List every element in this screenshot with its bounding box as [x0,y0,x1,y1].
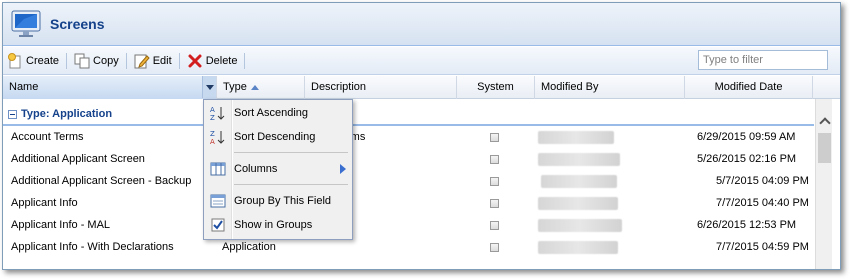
column-header-system[interactable]: System [457,76,535,99]
toolbar: Create Copy Edit Delete [3,47,840,75]
column-context-menu: A Z Sort Ascending Z A Sort Descending C… [203,99,353,240]
modified-by-redacted [538,197,618,210]
cell-modified-date: 5/26/2015 02:16 PM [697,153,797,165]
delete-icon [188,54,202,67]
group-label: Type: Application [21,108,113,120]
submenu-arrow-icon [340,164,346,174]
edit-label: Edit [152,54,172,67]
svg-text:A: A [210,106,215,114]
columns-icon [210,162,226,176]
grid-header: Name Type Description System Modified By… [3,76,840,99]
system-checkbox[interactable] [490,221,499,230]
title-bar: Screens [3,3,840,46]
filter-input[interactable] [698,50,828,70]
column-label-name: Name [9,81,39,93]
menu-separator [234,184,348,185]
page-title: Screens [50,16,105,32]
group-header[interactable]: Type: Application [3,104,814,126]
svg-text:Z: Z [210,130,215,138]
svg-text:A: A [210,138,215,145]
scroll-up-icon[interactable] [816,113,832,129]
cell-modified-date: 6/29/2015 09:59 AM [697,131,796,143]
column-menu-trigger[interactable] [202,76,216,98]
system-checkbox[interactable] [490,155,499,164]
svg-text:Z: Z [210,114,215,121]
menu-label-sort-ascending: Sort Ascending [234,107,308,119]
modified-by-redacted [538,153,620,166]
cell-name: Additional Applicant Screen [11,153,145,165]
create-icon [8,52,21,68]
group-by-icon [210,194,226,208]
toolbar-divider [66,52,68,69]
modified-by-redacted [538,241,618,254]
screens-window: Screens Create Copy Edit Delete Type to … [2,2,841,270]
column-header-name[interactable]: Name [3,76,217,99]
menu-item-show-in-groups[interactable]: Show in Groups [204,214,352,236]
column-header-type[interactable]: Type [217,76,305,99]
copy-label: Copy [93,54,119,67]
column-header-description[interactable]: Description [305,76,457,99]
delete-label: Delete [205,54,238,67]
sort-ascending-icon: A Z [210,106,225,121]
collapse-icon[interactable] [8,109,17,119]
table-row[interactable]: Additional Applicant Screen 5/26/2015 02… [3,148,814,170]
edit-icon [134,54,150,68]
menu-label-sort-descending: Sort Descending [234,131,316,143]
column-label-modified-by: Modified By [541,81,599,93]
table-row[interactable]: Additional Applicant Screen - Backup 5/7… [3,170,814,192]
edit-button[interactable]: Edit [130,50,176,72]
delete-button[interactable]: Delete [183,50,242,72]
menu-label-columns: Columns [234,163,278,175]
scroll-thumb[interactable] [818,133,831,163]
vertical-scrollbar[interactable] [815,99,832,269]
checked-checkbox-icon [211,218,225,232]
modified-by-redacted [538,131,614,144]
menu-separator [234,152,348,153]
column-label-modified-date: Modified Date [714,81,783,93]
column-label-description: Description [311,81,367,93]
cell-modified-date: 6/26/2015 12:53 PM [697,219,797,231]
system-checkbox[interactable] [490,133,499,142]
modified-by-redacted [538,219,622,232]
column-label-system: System [477,81,514,93]
cell-modified-date: 7/7/2015 04:59 PM [716,241,809,253]
table-row[interactable]: Applicant Info - With Declarations Appli… [3,236,814,258]
menu-label-show-in-groups: Show in Groups [234,219,313,231]
toolbar-divider [178,52,180,69]
table-row[interactable]: Applicant Info 7/7/2015 04:40 PM [3,192,814,214]
column-header-modified-date[interactable]: Modified Date [685,76,813,99]
cell-name: Applicant Info [11,197,78,209]
copy-icon [74,53,90,68]
cell-modified-date: 5/7/2015 04:09 PM [716,175,809,187]
menu-item-sort-descending[interactable]: Z A Sort Descending [204,126,352,148]
column-label-type: Type [223,81,247,93]
cell-modified-date: 7/7/2015 04:40 PM [716,197,809,209]
menu-item-group-by[interactable]: Group By This Field [204,190,352,212]
table-row[interactable]: Applicant Info - MAL 6/26/2015 12:53 PM [3,214,814,236]
sort-ascending-indicator-icon [250,84,259,90]
toolbar-divider [244,52,246,69]
cell-name: Applicant Info - MAL [11,219,111,231]
cell-name: Additional Applicant Screen - Backup [11,175,192,187]
system-checkbox[interactable] [490,243,499,252]
menu-item-sort-ascending[interactable]: A Z Sort Ascending [204,102,352,124]
modified-by-redacted [541,175,617,188]
toolbar-divider [125,52,127,69]
sort-descending-icon: Z A [210,130,225,145]
menu-label-group-by: Group By This Field [234,195,332,207]
system-checkbox[interactable] [490,199,499,208]
monitor-icon [11,10,41,37]
copy-button[interactable]: Copy [70,50,123,72]
column-header-modified-by[interactable]: Modified By [535,76,685,99]
create-button[interactable]: Create [3,50,63,72]
menu-item-columns[interactable]: Columns [204,158,352,180]
table-row[interactable]: Account Terms rms 6/29/2015 09:59 AM [3,126,814,148]
create-label: Create [26,54,60,67]
cell-name: Applicant Info - With Declarations [11,241,174,253]
cell-name: Account Terms [11,131,84,143]
system-checkbox[interactable] [490,177,499,186]
